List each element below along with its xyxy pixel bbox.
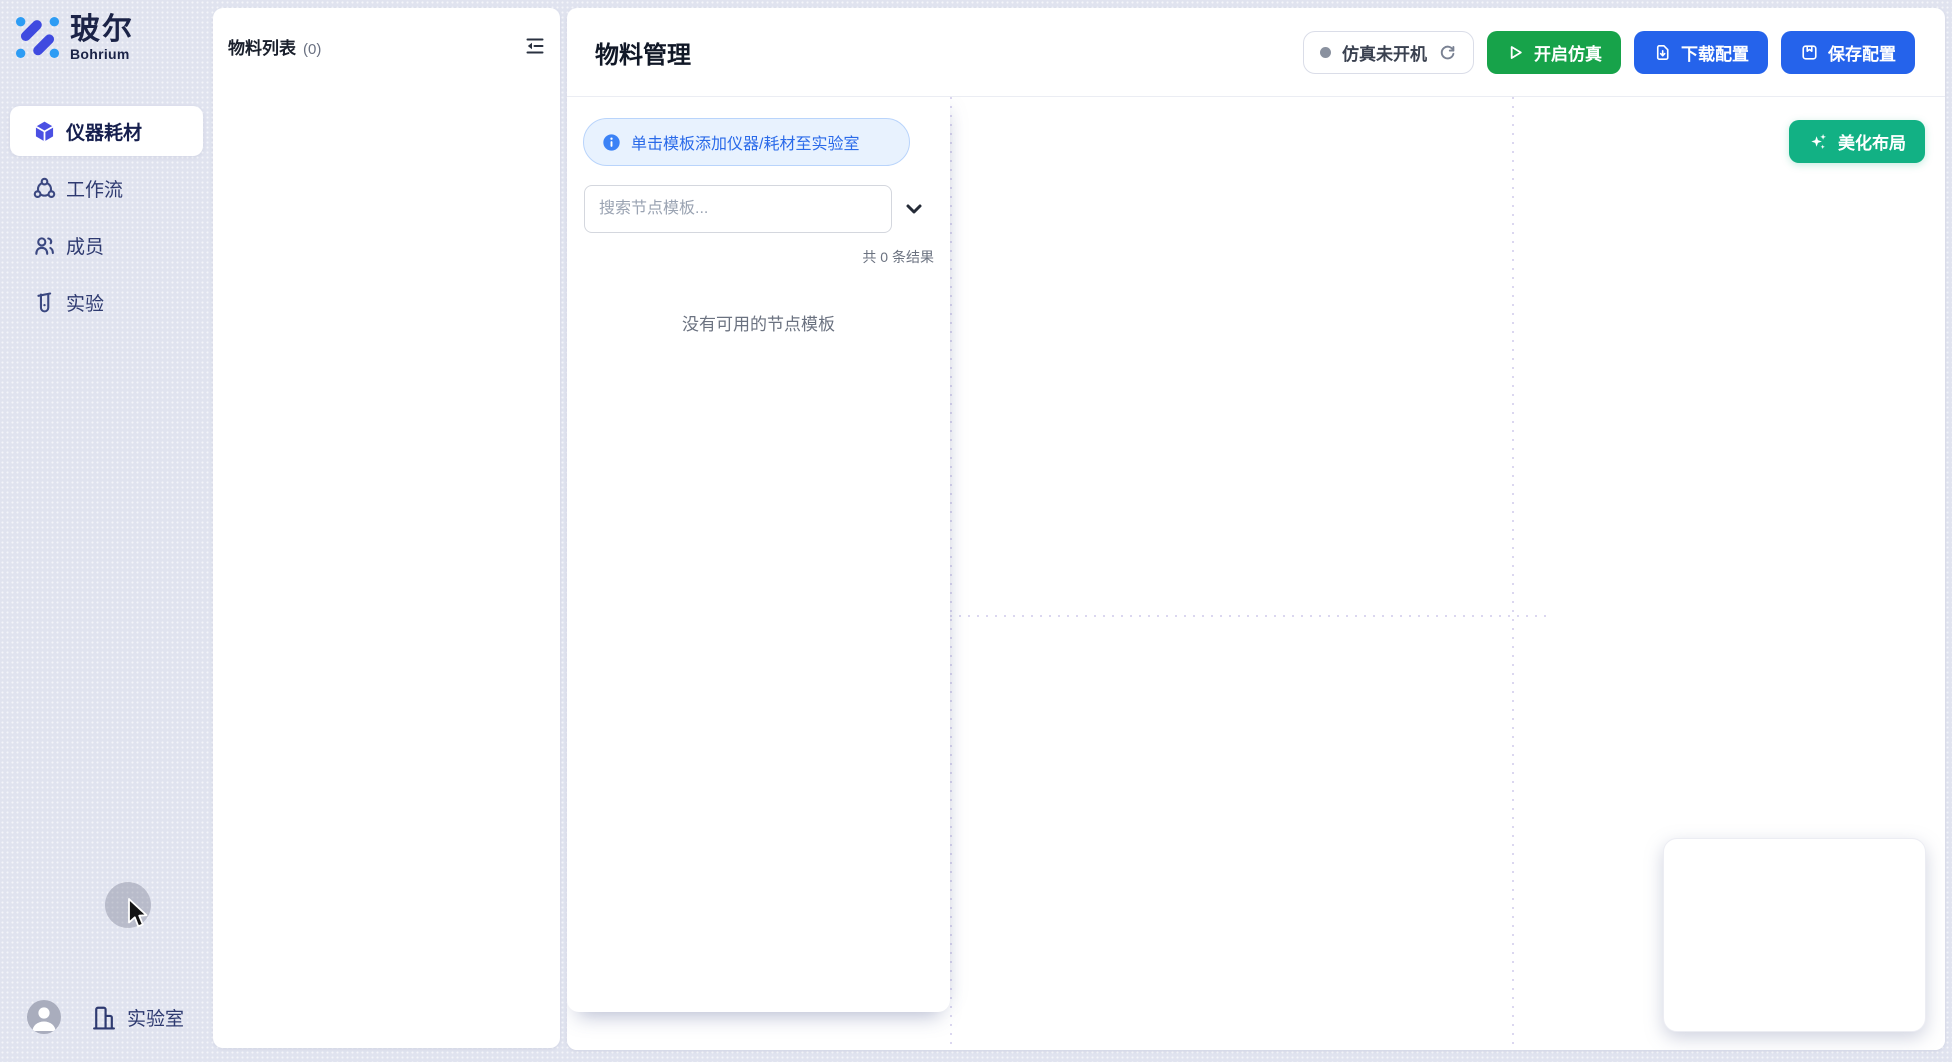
sidebar-item-label: 实验 (66, 289, 104, 316)
sidebar-item-experiment[interactable]: 实验 (10, 277, 203, 327)
sidebar-item-workflow[interactable]: 工作流 (10, 163, 203, 213)
page-title: 物料管理 (595, 35, 691, 70)
results-count: 共 0 条结果 (862, 247, 934, 267)
sidebar-item-instruments[interactable]: 仪器耗材 (10, 106, 203, 156)
sidebar-item-label: 成员 (66, 232, 104, 259)
simulation-status-pill: 仿真未开机 (1303, 31, 1474, 74)
sidebar-item-label: 仪器耗材 (66, 118, 142, 145)
beautify-layout-button[interactable]: 美化布局 (1789, 120, 1925, 163)
canvas-gridline (950, 615, 1548, 617)
status-label: 仿真未开机 (1342, 40, 1427, 65)
sidebar-item-lab[interactable]: 实验室 (91, 1004, 184, 1031)
material-list-title: 物料列表(0) (228, 34, 321, 59)
sidebar-footer: 实验室 (0, 997, 213, 1037)
brand-name: 玻尔 (70, 14, 134, 46)
empty-templates-text: 没有可用的节点模板 (567, 310, 950, 335)
chevron-down-icon (903, 200, 925, 218)
info-icon (602, 133, 621, 152)
template-panel: 单击模板添加仪器/耗材至实验室 共 0 条结果 没有可用的节点模板 (567, 97, 950, 1012)
status-dot (1320, 47, 1331, 58)
template-hint-text: 单击模板添加仪器/耗材至实验室 (631, 130, 859, 154)
brand: 玻尔 Bohrium (13, 13, 134, 62)
brand-subtitle: Bohrium (70, 46, 134, 62)
template-search-row (584, 185, 934, 233)
material-list-header: 物料列表(0) (213, 8, 560, 84)
canvas-gridline (1512, 97, 1514, 1050)
search-input[interactable] (584, 185, 892, 233)
mouse-cursor (124, 897, 150, 931)
play-icon (1506, 43, 1525, 62)
refresh-icon[interactable] (1438, 43, 1457, 62)
sidebar-item-label: 工作流 (66, 175, 123, 202)
avatar[interactable] (27, 1000, 61, 1034)
start-simulation-button[interactable]: 开启仿真 (1487, 31, 1621, 74)
members-icon (33, 234, 56, 257)
flow-canvas[interactable]: 单击模板添加仪器/耗材至实验室 共 0 条结果 没有可用的节点模板 (567, 97, 1945, 1050)
workflow-icon (33, 177, 56, 200)
lab-label: 实验室 (127, 1004, 184, 1031)
material-list-panel: 物料列表(0) (213, 8, 560, 1048)
minimap[interactable] (1663, 838, 1926, 1032)
download-config-button[interactable]: 下载配置 (1634, 31, 1768, 74)
collapse-panel-icon[interactable] (524, 35, 546, 57)
header-actions: 仿真未开机 开启仿真 (1303, 31, 1915, 74)
material-list-count: (0) (303, 41, 321, 58)
experiment-icon (33, 291, 56, 314)
main-header: 物料管理 仿真未开机 开启仿真 (567, 8, 1945, 97)
sparkles-icon (1808, 131, 1829, 152)
file-download-icon (1653, 43, 1672, 62)
canvas-gridline (950, 97, 952, 1050)
cube-icon (33, 120, 56, 143)
save-config-button[interactable]: 保存配置 (1781, 31, 1915, 74)
expand-filters-button[interactable] (903, 200, 925, 218)
main-panel: 物料管理 仿真未开机 开启仿真 (567, 8, 1945, 1050)
sidebar-item-members[interactable]: 成员 (10, 220, 203, 270)
save-icon (1800, 43, 1819, 62)
template-hint-banner: 单击模板添加仪器/耗材至实验室 (583, 118, 910, 166)
sidebar-nav: 仪器耗材 工作流 成员 (10, 106, 203, 334)
bohrium-logo-icon (13, 13, 62, 62)
lab-building-icon (91, 1004, 116, 1031)
